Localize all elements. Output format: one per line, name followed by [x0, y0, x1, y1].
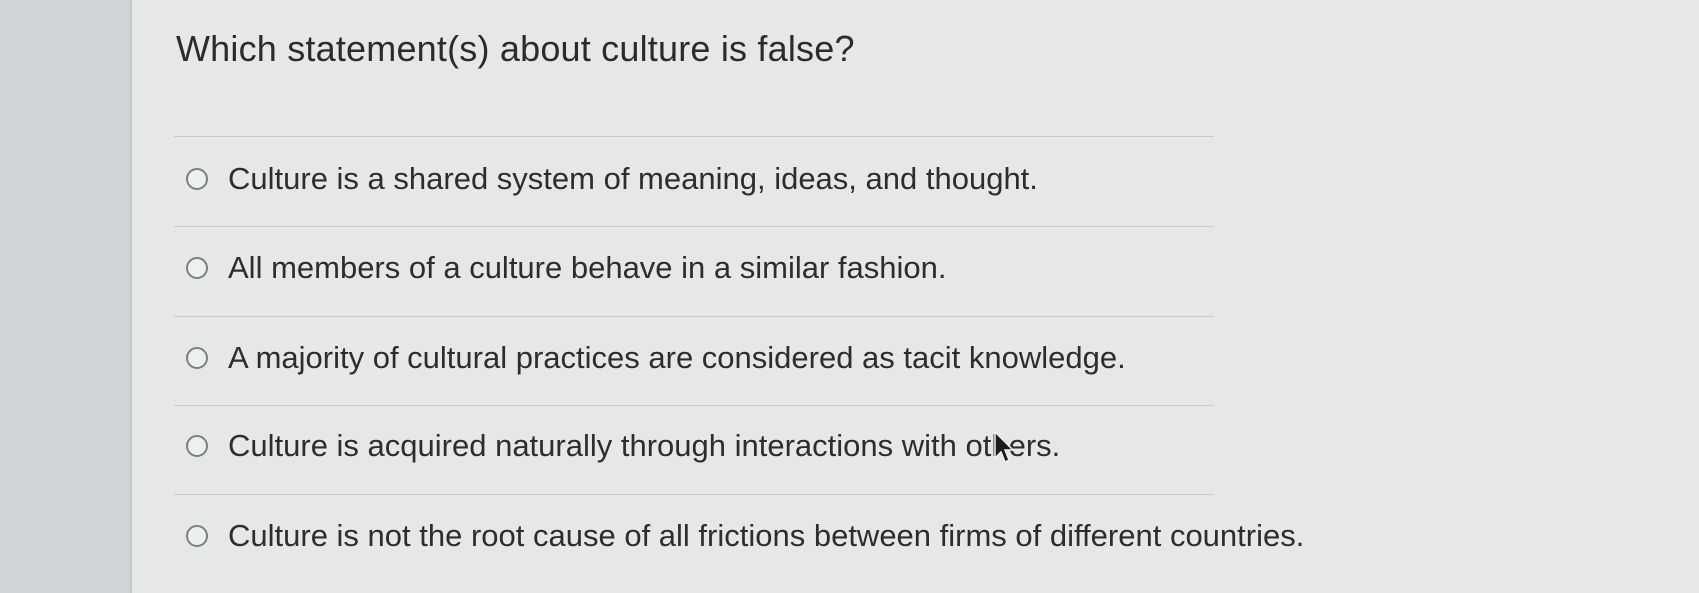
radio-button-icon[interactable]: [186, 525, 208, 547]
option-3[interactable]: A majority of cultural practices are con…: [186, 340, 1126, 376]
radio-button-icon[interactable]: [186, 168, 208, 190]
radio-button-icon[interactable]: [186, 347, 208, 369]
radio-button-icon[interactable]: [186, 257, 208, 279]
divider: [174, 226, 1214, 227]
option-label: Culture is a shared system of meaning, i…: [228, 161, 1038, 196]
option-5[interactable]: Culture is not the root cause of all fri…: [186, 518, 1304, 554]
option-2[interactable]: All members of a culture behave in a sim…: [186, 250, 947, 286]
divider: [174, 136, 1214, 137]
option-label: All members of a culture behave in a sim…: [228, 250, 947, 285]
divider: [174, 494, 1214, 495]
divider: [174, 405, 1214, 406]
divider: [174, 316, 1214, 317]
question-card: Which statement(s) about culture is fals…: [130, 0, 1699, 593]
radio-button-icon[interactable]: [186, 435, 208, 457]
option-label: Culture is not the root cause of all fri…: [228, 518, 1305, 553]
option-label: A majority of cultural practices are con…: [228, 340, 1126, 375]
option-1[interactable]: Culture is a shared system of meaning, i…: [186, 161, 1038, 197]
mouse-pointer-icon: [994, 430, 1015, 464]
question-text: Which statement(s) about culture is fals…: [176, 28, 855, 69]
option-label: Culture is acquired naturally through in…: [228, 428, 1061, 463]
page-left-margin: [0, 0, 130, 593]
option-4[interactable]: Culture is acquired naturally through in…: [186, 428, 1060, 464]
